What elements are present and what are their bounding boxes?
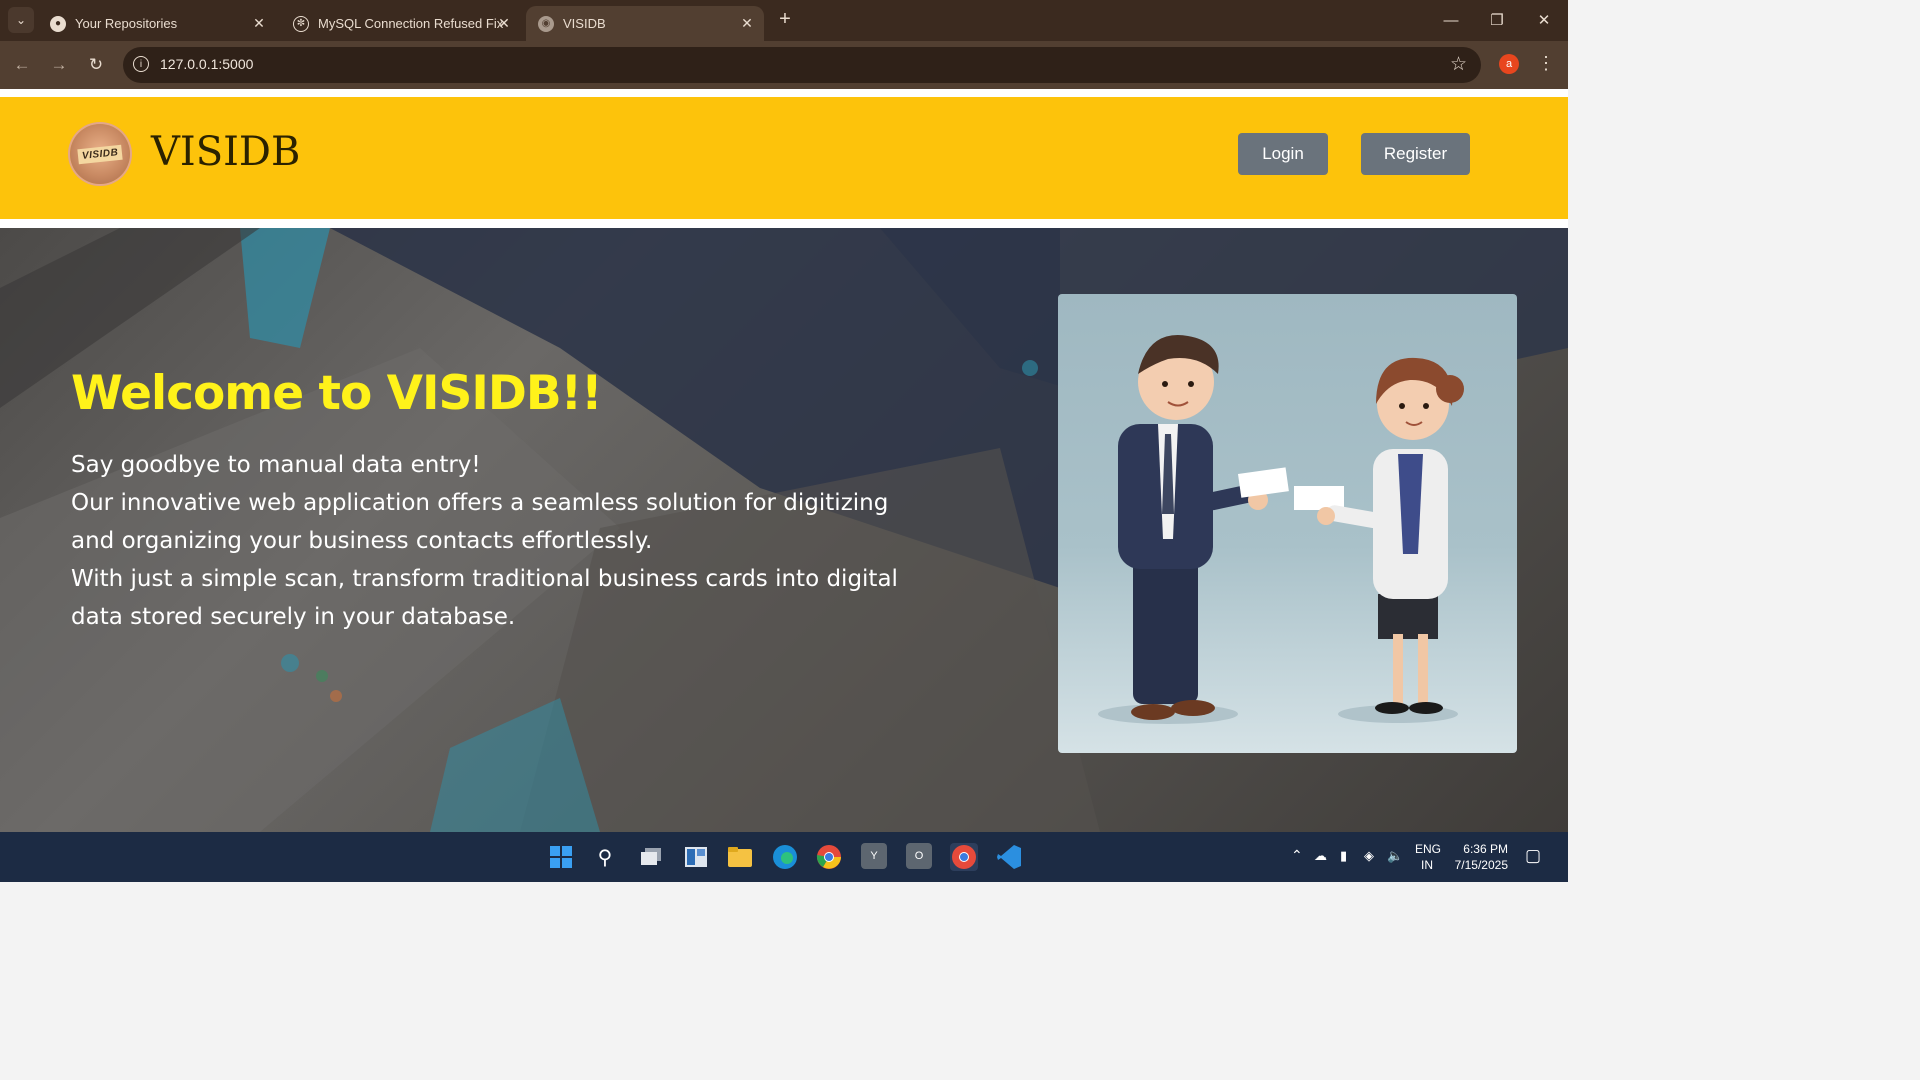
back-button[interactable]: ← <box>10 53 34 77</box>
web-page: VISIDB VISIDB Login Register Welcome to … <box>0 89 1568 832</box>
widgets-icon[interactable] <box>682 843 710 871</box>
new-tab-button[interactable]: + <box>774 8 796 30</box>
edge-icon[interactable] <box>771 843 799 871</box>
tab-visidb[interactable]: ◉ VISIDB ✕ <box>526 6 764 41</box>
globe-icon: ◉ <box>538 15 554 32</box>
forward-button[interactable]: → <box>47 53 71 77</box>
close-tab-icon[interactable]: ✕ <box>738 14 756 32</box>
app-o-icon[interactable]: O <box>906 843 932 869</box>
close-window-button[interactable]: ✕ <box>1521 0 1567 40</box>
minimize-button[interactable]: — <box>1428 0 1474 40</box>
hero-description: Say goodbye to manual data entry! Our in… <box>71 446 901 636</box>
tab-mysql-fix[interactable]: ✼ MySQL Connection Refused Fix ✕ <box>281 6 521 41</box>
close-tab-icon[interactable]: ✕ <box>495 14 513 32</box>
address-bar[interactable]: i 127.0.0.1:5000 ☆ <box>123 47 1481 83</box>
browser-tab-bar: ⌄ ● Your Repositories ✕ ✼ MySQL Connecti… <box>0 0 1568 41</box>
file-explorer-icon[interactable] <box>726 843 754 871</box>
clock-date: 7/15/2025 <box>1454 858 1508 872</box>
tab-search-button[interactable]: ⌄ <box>8 7 34 33</box>
chrome-icon[interactable] <box>815 843 843 871</box>
tab-title: VISIDB <box>563 16 606 31</box>
github-icon: ● <box>50 15 66 32</box>
register-button[interactable]: Register <box>1361 133 1470 175</box>
site-brand[interactable]: VISIDB <box>151 129 300 175</box>
url-text[interactable]: 127.0.0.1:5000 <box>160 56 253 72</box>
hero-line: Say goodbye to manual data entry! <box>71 452 481 478</box>
profile-avatar[interactable]: a <box>1499 54 1519 74</box>
hero-line: With just a simple scan, transform tradi… <box>71 566 898 592</box>
site-logo[interactable]: VISIDB <box>70 124 130 184</box>
windows-start-icon[interactable] <box>547 843 575 871</box>
hero-illustration <box>1058 294 1517 753</box>
clock[interactable]: 6:36 PM 7/15/2025 <box>1452 842 1508 872</box>
browser-toolbar: ← → ↻ i 127.0.0.1:5000 ☆ a ⋮ <box>0 41 1568 89</box>
restore-button[interactable]: ❐ <box>1474 0 1520 40</box>
chatgpt-icon: ✼ <box>293 15 309 32</box>
bookmark-star-icon[interactable]: ☆ <box>1450 53 1467 76</box>
tab-your-repositories[interactable]: ● Your Repositories ✕ <box>38 6 276 41</box>
language-code: ENG <box>1415 842 1442 856</box>
region-code: IN <box>1421 858 1433 872</box>
tab-title: Your Repositories <box>75 16 178 31</box>
reload-button[interactable]: ↻ <box>84 53 108 77</box>
app-y-icon[interactable]: Y <box>861 843 887 869</box>
chrome-active-icon[interactable] <box>950 843 978 871</box>
logo-text: VISIDB <box>77 144 123 164</box>
show-hidden-icons-icon[interactable]: ⌃ <box>1291 847 1303 864</box>
site-header: VISIDB VISIDB Login Register <box>0 97 1568 219</box>
browser-menu-icon[interactable]: ⋮ <box>1537 53 1555 74</box>
tab-title: MySQL Connection Refused Fix <box>318 16 504 31</box>
hero-section: Welcome to VISIDB!! Say goodbye to manua… <box>0 228 1568 832</box>
windows-taskbar: ⚲ Y O ⌃ ☁ ▮ ◈ 🔈 ENG IN 6:36 PM 7/15/2025… <box>0 832 1568 882</box>
login-button[interactable]: Login <box>1238 133 1328 175</box>
chevron-down-icon: ⌄ <box>15 13 27 27</box>
language-indicator[interactable]: ENG IN <box>1415 842 1441 872</box>
search-icon[interactable]: ⚲ <box>591 843 619 871</box>
clock-time: 6:36 PM <box>1463 842 1508 856</box>
hero-line: and organizing your business contacts ef… <box>71 528 653 554</box>
wifi-icon[interactable]: ◈ <box>1364 848 1374 864</box>
vscode-icon[interactable] <box>995 843 1023 871</box>
business-card-exchange-illustration <box>1098 335 1464 724</box>
onedrive-icon[interactable]: ☁ <box>1314 848 1327 864</box>
hero-line: Our innovative web application offers a … <box>71 490 889 516</box>
hero-line: data stored securely in your database. <box>71 604 516 630</box>
task-view-icon[interactable] <box>637 843 665 871</box>
close-tab-icon[interactable]: ✕ <box>250 14 268 32</box>
volume-muted-icon[interactable]: 🔈 <box>1387 848 1403 864</box>
battery-icon[interactable]: ▮ <box>1340 848 1347 864</box>
hero-title: Welcome to VISIDB!! <box>71 366 603 421</box>
site-info-icon[interactable]: i <box>133 56 149 72</box>
notifications-icon[interactable]: ▢ <box>1525 846 1541 866</box>
